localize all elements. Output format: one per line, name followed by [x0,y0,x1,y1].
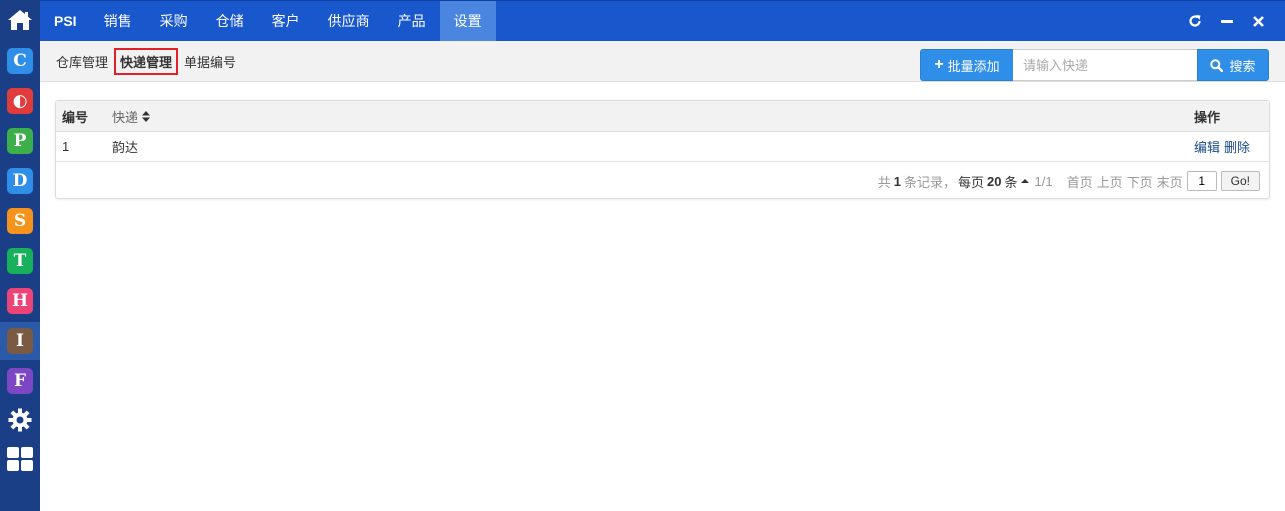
home-icon[interactable] [0,0,40,40]
prev-page-link[interactable]: 上页 [1097,172,1123,191]
top-nav-item[interactable]: 采购 [146,1,202,41]
table-row: 1 韵达 编辑 删除 [56,132,1269,162]
courier-table-panel: 编号 快递 操作 1 韵达 编辑 删除 共 1 条记录， 每页 20 条 1/1… [55,100,1270,199]
minimize-icon[interactable] [1212,1,1242,41]
top-nav-item[interactable]: 供应商 [314,1,384,41]
sidebar-app-icon[interactable]: T [7,248,33,274]
sub-tab[interactable]: 单据编号 [180,49,240,74]
search-icon [1210,58,1224,72]
search-label: 搜索 [1229,58,1256,74]
sub-tab[interactable]: 仓库管理 [52,49,112,74]
pager-per-page[interactable]: 20 [987,174,1001,189]
row-id: 1 [62,139,70,154]
top-nav-item[interactable]: 销售 [90,1,146,41]
sub-tab[interactable]: 快递管理 [114,48,179,75]
app-sidebar: C ◐ P D S T H I F [0,0,40,511]
delete-link[interactable]: 删除 [1224,137,1250,156]
table-header: 编号 快递 操作 [56,101,1269,132]
top-nav-item[interactable]: 仓储 [202,1,258,41]
plus-icon: + [934,56,944,73]
pager-total-prefix: 共 [877,174,891,190]
sub-toolbar: 仓库管理快递管理单据编号 + 批量添加 搜索 [40,41,1285,82]
column-header-courier[interactable]: 快递 [112,101,151,131]
batch-add-button[interactable]: + 批量添加 [920,49,1014,81]
sub-tabs: 仓库管理 快递管理 单据编号 [52,48,242,75]
sort-icon[interactable] [142,110,151,122]
sidebar-app-icon[interactable]: I [7,328,33,354]
first-page-link[interactable]: 首页 [1067,172,1093,191]
pager-page-info: 1/1 [1034,173,1053,189]
pager-per-page-prefix: 每页 [958,174,985,190]
go-button[interactable]: Go! [1220,171,1260,191]
brand-link[interactable]: PSI [40,1,90,41]
column-header-actions: 操作 [1194,109,1221,125]
last-page-link[interactable]: 末页 [1157,172,1183,191]
pagination: 共 1 条记录， 每页 20 条 1/1 首页 上页 下页 末页 Go! [878,171,1260,191]
search-button[interactable]: 搜索 [1197,49,1269,81]
sidebar-app-icon[interactable]: D [7,168,33,194]
grid-icon[interactable] [7,446,33,472]
batch-add-label: 批量添加 [947,58,1000,74]
top-navigation-bar: PSI 销售 采购 仓储 客户 供应商 产品 设置 [40,0,1285,41]
row-courier-name: 韵达 [112,140,139,155]
top-nav: PSI 销售 采购 仓储 客户 供应商 产品 设置 [40,1,496,41]
sidebar-app-icon[interactable]: F [7,368,33,394]
next-page-link[interactable]: 下页 [1127,172,1153,191]
row-actions: 编辑 删除 [1194,132,1254,161]
sidebar-app-icon[interactable]: C [7,48,33,74]
top-nav-item[interactable]: 客户 [258,1,314,41]
page-number-input[interactable] [1186,171,1217,191]
column-header-id: 编号 [62,109,89,125]
edit-link[interactable]: 编辑 [1194,137,1220,156]
top-nav-item[interactable]: 产品 [384,1,440,41]
gear-icon[interactable] [7,407,33,433]
refresh-icon[interactable] [1180,1,1210,41]
pager-per-page-suffix: 条 [1004,174,1018,190]
close-icon[interactable] [1243,1,1273,41]
sidebar-app-icon[interactable]: H [7,288,33,314]
caret-up-icon[interactable] [1020,179,1029,183]
search-input[interactable] [1013,49,1198,81]
sidebar-app-icon[interactable]: P [7,128,33,154]
pager-total-suffix: 条记录， [904,174,957,190]
column-header-courier-label: 快递 [112,109,139,125]
sidebar-app-icon[interactable]: ◐ [7,88,33,114]
sidebar-app-icon[interactable]: S [7,208,33,234]
pager-total: 1 [893,173,901,189]
top-nav-item[interactable]: 设置 [439,1,496,41]
